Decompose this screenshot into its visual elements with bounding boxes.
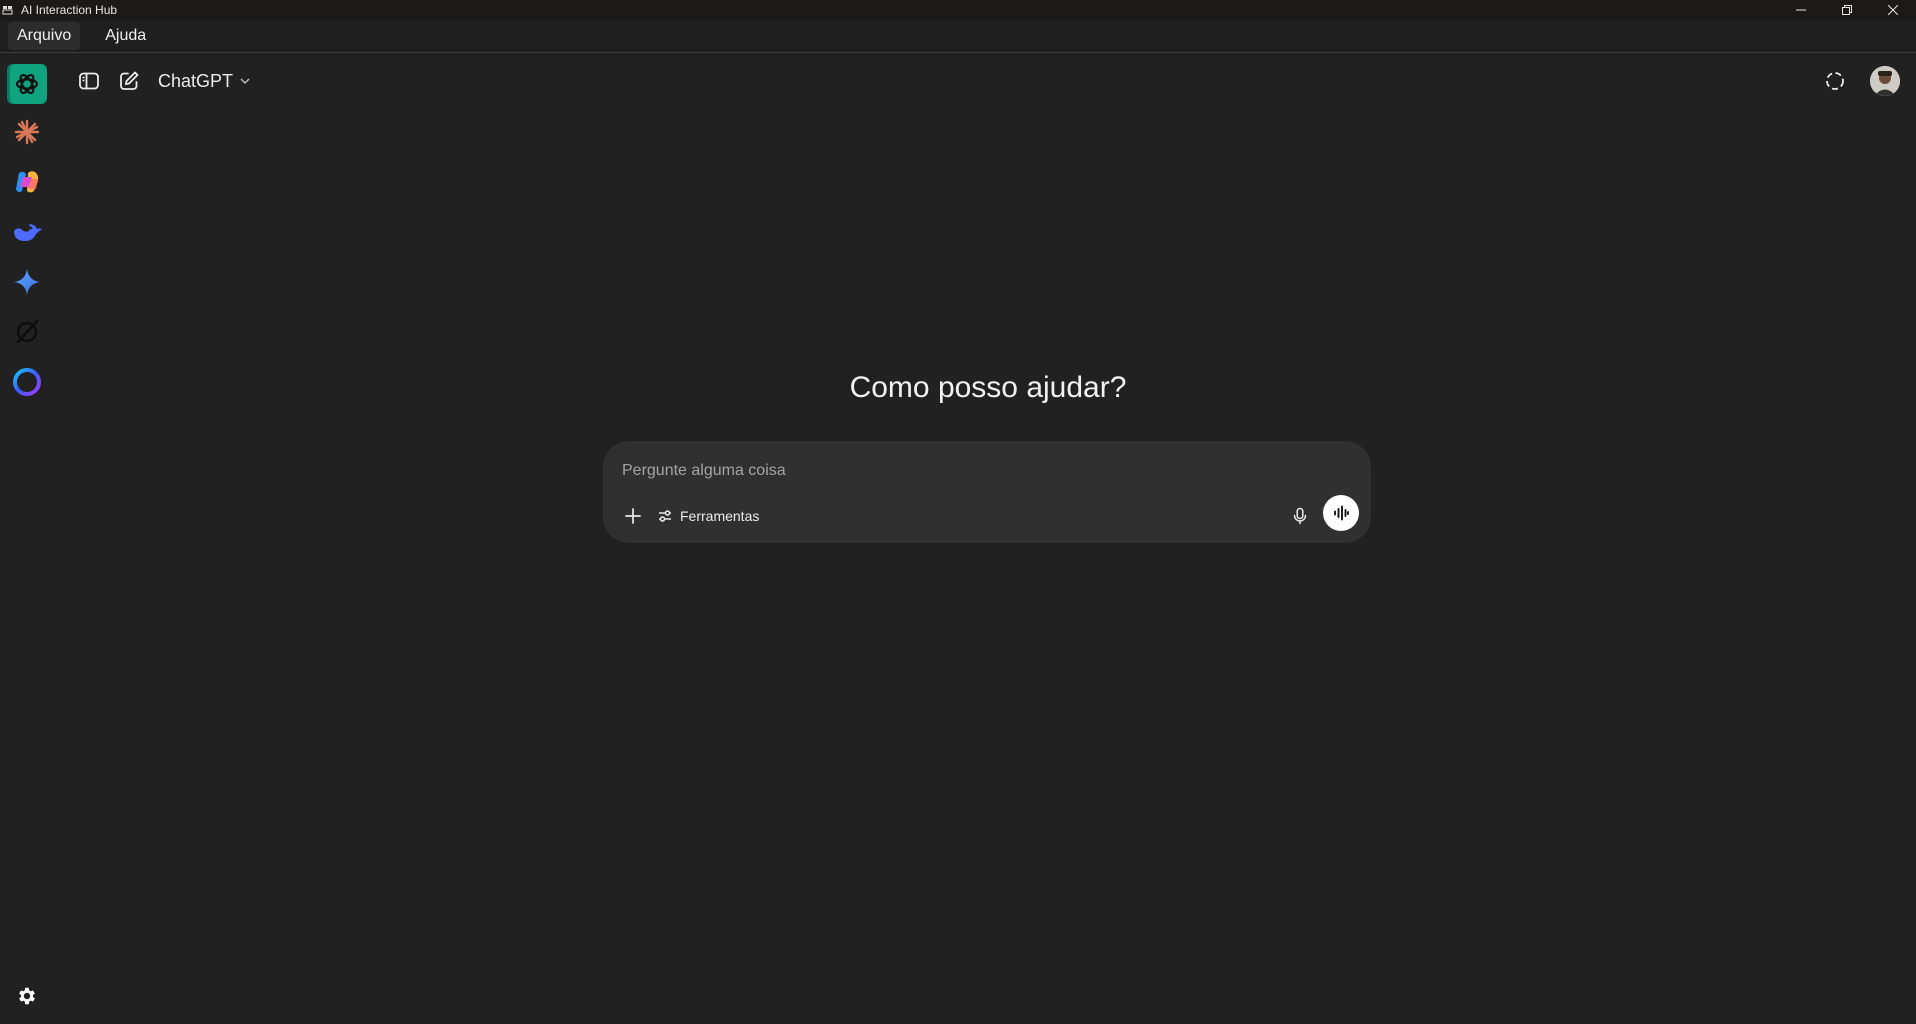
rail-item-copilot[interactable] bbox=[7, 162, 47, 202]
model-label: ChatGPT bbox=[158, 70, 234, 91]
model-selector[interactable]: ChatGPT bbox=[158, 71, 251, 92]
avatar[interactable] bbox=[1870, 66, 1900, 96]
minimize-icon[interactable] bbox=[1778, 0, 1824, 20]
menu-arquivo[interactable]: Arquivo bbox=[8, 22, 81, 50]
dictate-button[interactable] bbox=[1286, 502, 1314, 530]
gear-icon bbox=[19, 987, 35, 1005]
gemini-logo-icon bbox=[14, 269, 40, 295]
rail-item-deepseek[interactable] bbox=[7, 212, 47, 252]
menu-ajuda[interactable]: Ajuda bbox=[96, 22, 155, 50]
rail-item-grok[interactable] bbox=[7, 312, 47, 352]
menu-bar: Arquivo Ajuda bbox=[0, 20, 1916, 53]
claude-logo-icon bbox=[14, 119, 40, 145]
chat-composer: Ferramentas bbox=[603, 441, 1371, 543]
microphone-icon bbox=[1293, 507, 1307, 525]
ai-provider-rail bbox=[0, 54, 54, 1024]
rail-item-chatgpt[interactable] bbox=[7, 64, 47, 104]
chevron-down-icon bbox=[239, 75, 251, 87]
app-icon bbox=[1, 3, 15, 17]
restore-icon[interactable] bbox=[1824, 0, 1870, 20]
prompt-input[interactable] bbox=[622, 458, 1322, 484]
tools-button[interactable]: Ferramentas bbox=[657, 502, 759, 530]
close-icon[interactable] bbox=[1870, 0, 1916, 20]
grok-logo-icon bbox=[16, 319, 39, 344]
chatgpt-logo-icon bbox=[15, 73, 39, 95]
sidebar-toggle-button[interactable] bbox=[74, 66, 104, 96]
new-chat-button[interactable] bbox=[114, 66, 144, 96]
rail-item-claude[interactable] bbox=[7, 112, 47, 152]
rail-item-gemini[interactable] bbox=[7, 262, 47, 302]
voice-waveform-icon bbox=[1334, 505, 1349, 521]
copilot-logo-icon bbox=[16, 171, 39, 193]
window-titlebar: AI Interaction Hub bbox=[0, 0, 1916, 20]
window-title: AI Interaction Hub bbox=[21, 3, 118, 17]
window-controls bbox=[1778, 0, 1916, 20]
tools-label: Ferramentas bbox=[680, 508, 760, 524]
sliders-icon bbox=[657, 508, 673, 524]
temporary-chat-button[interactable] bbox=[1820, 66, 1850, 96]
chat-header: ChatGPT bbox=[74, 66, 251, 96]
voice-mode-button[interactable] bbox=[1323, 495, 1359, 531]
plus-icon bbox=[625, 508, 641, 524]
chat-header-actions bbox=[1820, 64, 1900, 98]
settings-button[interactable] bbox=[13, 982, 41, 1010]
deepseek-logo-icon bbox=[14, 224, 42, 241]
new-chat-icon bbox=[120, 71, 139, 90]
temporary-chat-icon bbox=[1826, 72, 1844, 90]
attach-button[interactable] bbox=[619, 502, 647, 530]
page-title: Como posso ajudar? bbox=[849, 371, 1127, 404]
sidebar-toggle-icon bbox=[79, 72, 99, 90]
